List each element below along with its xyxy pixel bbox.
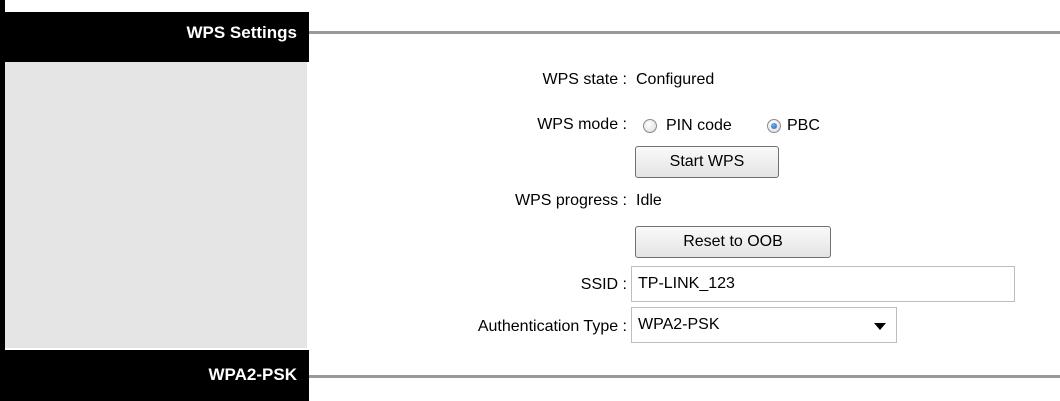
- radio-pin-code[interactable]: [643, 119, 657, 133]
- radio-pbc[interactable]: [767, 119, 781, 133]
- wps-state-label: WPS state :: [542, 71, 627, 88]
- auth-type-value: WPA2-PSK: [638, 316, 720, 333]
- section-header-wpa2-psk: WPA2-PSK: [0, 350, 309, 401]
- start-wps-button[interactable]: Start WPS: [635, 146, 779, 178]
- section-divider: [309, 375, 1060, 378]
- wps-state-value: Configured: [636, 71, 715, 88]
- auth-type-label: Authentication Type :: [477, 318, 627, 335]
- section-header-wps-settings: WPS Settings: [0, 12, 309, 62]
- reset-to-oob-button[interactable]: Reset to OOB: [635, 226, 831, 258]
- auth-type-select[interactable]: WPA2-PSK: [631, 307, 897, 343]
- section-title: WPS Settings: [186, 23, 297, 42]
- wps-progress-value: Idle: [636, 192, 662, 209]
- ssid-input[interactable]: TP-LINK_123: [631, 266, 1015, 302]
- section-divider: [309, 31, 1060, 34]
- wps-progress-label: WPS progress :: [514, 192, 627, 209]
- ssid-label: SSID :: [580, 276, 627, 293]
- radio-pbc-label: PBC: [787, 117, 820, 134]
- wps-mode-label: WPS mode :: [537, 116, 627, 133]
- section-title: WPA2-PSK: [208, 365, 297, 384]
- chevron-down-icon: [874, 323, 886, 330]
- radio-pin-code-label: PIN code: [666, 117, 732, 134]
